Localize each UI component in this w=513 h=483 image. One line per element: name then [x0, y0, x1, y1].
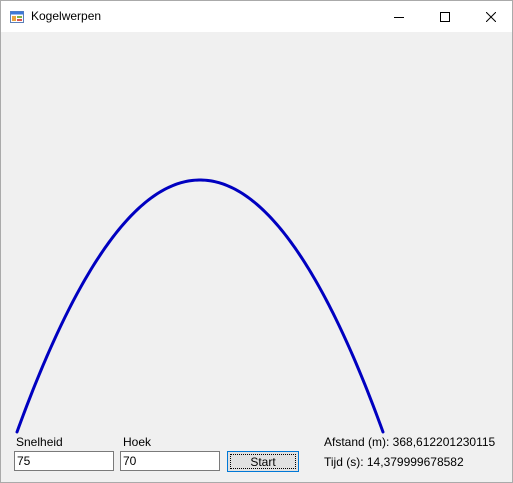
speed-label: Snelheid — [16, 435, 63, 449]
trajectory-canvas — [15, 178, 385, 434]
close-button[interactable] — [468, 1, 513, 32]
minimize-icon — [394, 12, 404, 22]
maximize-button[interactable] — [422, 1, 468, 32]
app-window: Kogelwerpen Snelheid 75 Hoek 70 Start Af… — [0, 0, 513, 483]
trajectory-curve — [15, 178, 385, 434]
minimize-button[interactable] — [376, 1, 422, 32]
window-title: Kogelwerpen — [31, 9, 102, 23]
close-icon — [486, 11, 496, 22]
angle-input[interactable]: 70 — [120, 451, 220, 471]
maximize-icon — [440, 11, 450, 22]
start-button[interactable]: Start — [227, 451, 299, 472]
start-button-label: Start — [230, 454, 296, 469]
angle-label: Hoek — [123, 435, 152, 449]
distance-label: Afstand (m): 368,612201230115 — [324, 435, 496, 449]
time-label: Tijd (s): 14,379999678582 — [324, 455, 464, 469]
client-area: Snelheid 75 Hoek 70 Start Afstand (m): 3… — [1, 32, 512, 482]
speed-input[interactable]: 75 — [14, 451, 114, 471]
app-icon — [10, 9, 24, 23]
title-bar[interactable]: Kogelwerpen — [1, 1, 512, 32]
